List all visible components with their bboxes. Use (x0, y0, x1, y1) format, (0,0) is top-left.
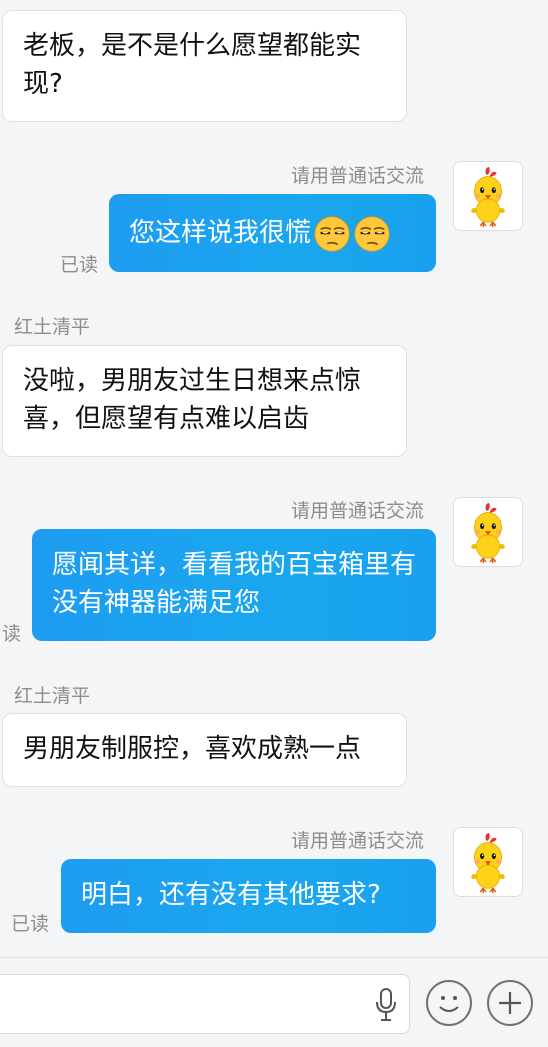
message-text: 没啦，男朋友过生日想来点惊喜，但愿望有点难以启齿 (23, 366, 362, 434)
emoji-button[interactable] (426, 980, 472, 1026)
unamused-face-icon (313, 215, 351, 253)
chick-avatar-icon[interactable] (453, 827, 523, 897)
sender-nickname: 请用普通话交流 (290, 165, 424, 187)
smiley-icon (439, 996, 459, 1012)
sender-nickname: 请用普通话交流 (290, 830, 424, 852)
more-button[interactable] (487, 980, 533, 1026)
input-bar (0, 957, 548, 1047)
sender-nickname: 请用普通话交流 (290, 500, 424, 522)
message-text: 您这样说我很慌 (129, 218, 312, 248)
message-text: 明白，还有没有其他要求? (81, 880, 381, 910)
message-bubble-outgoing[interactable]: 您这样说我很慌 (109, 194, 436, 272)
read-status: 已读 (60, 254, 99, 276)
message-bubble-incoming[interactable]: 男朋友制服控，喜欢成熟一点 (2, 713, 407, 787)
chick-avatar-icon[interactable] (453, 161, 523, 231)
message-bubble-outgoing[interactable]: 愿闻其详，看看我的百宝箱里有没有神器能满足您 (32, 529, 436, 641)
chick-avatar-icon[interactable] (453, 497, 523, 567)
sender-name: 红土清平 (14, 685, 91, 707)
message-bubble-incoming[interactable]: 老板，是不是什么愿望都能实现? (2, 10, 407, 122)
plus-icon (499, 992, 521, 1014)
sender-name: 红土清平 (14, 316, 91, 338)
message-text: 老板，是不是什么愿望都能实现? (23, 31, 362, 99)
message-text: 愿闻其详，看看我的百宝箱里有没有神器能满足您 (52, 550, 417, 618)
message-bubble-incoming[interactable]: 没啦，男朋友过生日想来点惊喜，但愿望有点难以启齿 (2, 345, 407, 457)
unamused-face-icon (353, 215, 391, 253)
read-status: 读 (2, 623, 22, 645)
message-input[interactable] (0, 974, 410, 1034)
read-status: 已读 (11, 913, 50, 935)
message-text: 男朋友制服控，喜欢成熟一点 (23, 734, 362, 764)
microphone-icon[interactable] (375, 987, 397, 1023)
message-bubble-outgoing[interactable]: 明白，还有没有其他要求? (61, 859, 436, 933)
